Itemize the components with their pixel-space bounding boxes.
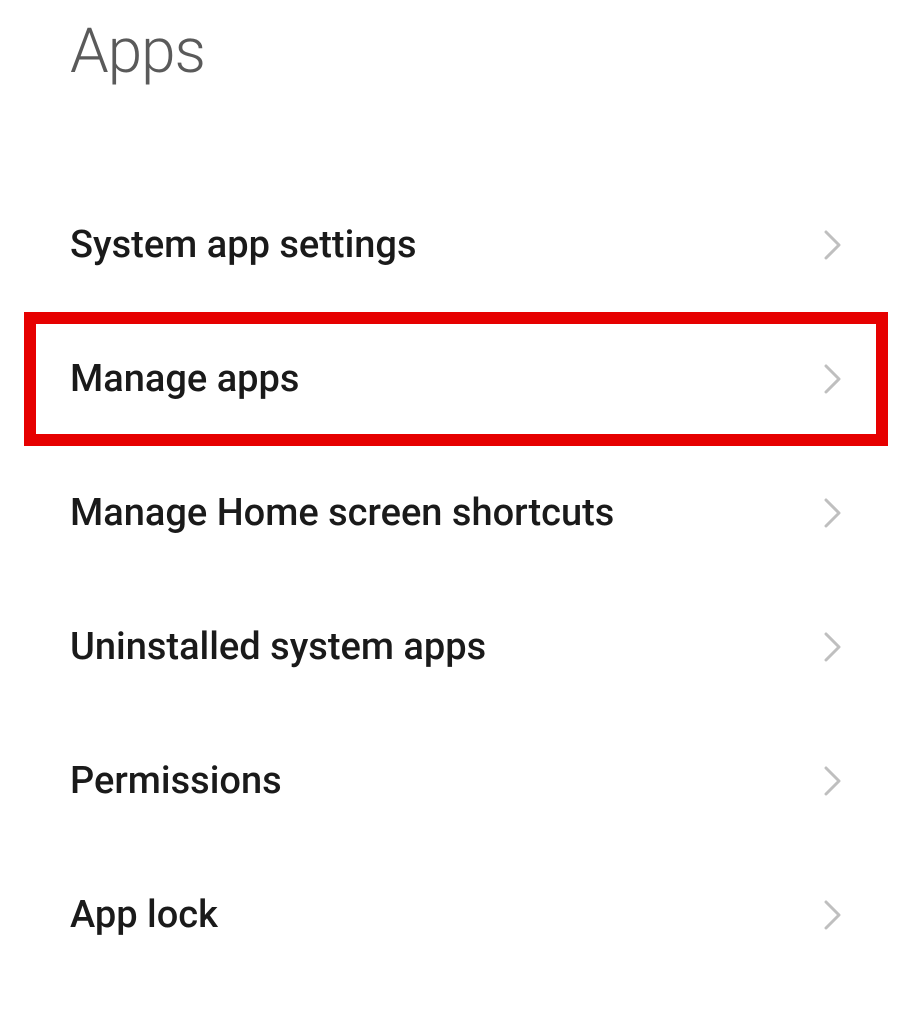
- settings-item-label: App lock: [70, 893, 218, 937]
- chevron-right-icon: [824, 364, 842, 394]
- chevron-right-icon: [824, 632, 842, 662]
- settings-item-label: Manage Home screen shortcuts: [70, 491, 614, 535]
- chevron-right-icon: [824, 230, 842, 260]
- settings-item-manage-home-screen-shortcuts[interactable]: Manage Home screen shortcuts: [0, 446, 912, 580]
- settings-item-label: System app settings: [70, 223, 417, 267]
- settings-item-label: Manage apps: [70, 357, 299, 401]
- settings-item-system-app-settings[interactable]: System app settings: [0, 178, 912, 312]
- settings-item-permissions[interactable]: Permissions: [0, 714, 912, 848]
- chevron-right-icon: [824, 766, 842, 796]
- settings-item-label: Uninstalled system apps: [70, 625, 486, 669]
- page-title: Apps: [0, 0, 912, 88]
- settings-item-app-lock[interactable]: App lock: [0, 848, 912, 982]
- settings-item-label: Permissions: [70, 759, 282, 803]
- settings-item-manage-apps[interactable]: Manage apps: [24, 312, 888, 446]
- chevron-right-icon: [824, 498, 842, 528]
- chevron-right-icon: [824, 900, 842, 930]
- settings-list: System app settings Manage apps Manage H…: [0, 178, 912, 982]
- settings-item-uninstalled-system-apps[interactable]: Uninstalled system apps: [0, 580, 912, 714]
